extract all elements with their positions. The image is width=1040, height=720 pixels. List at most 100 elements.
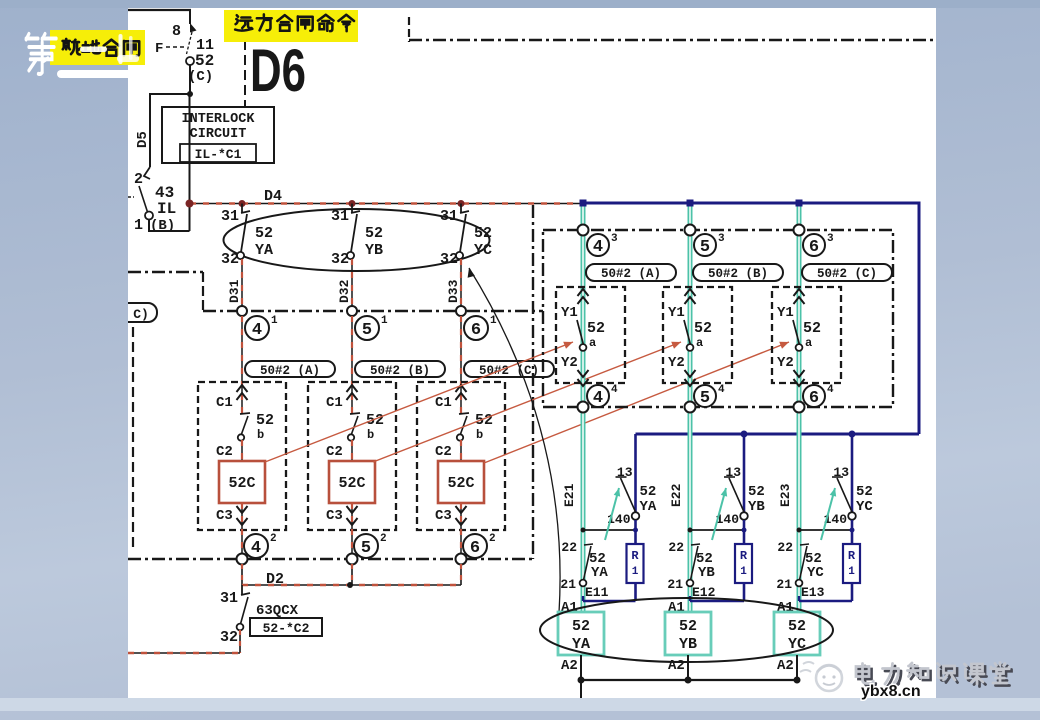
svg-text:21: 21	[667, 577, 683, 592]
svg-text:b: b	[476, 428, 483, 442]
svg-text:6: 6	[809, 389, 819, 408]
svg-text:C3: C3	[216, 508, 233, 524]
svg-text:E13: E13	[801, 585, 825, 600]
svg-text:3: 3	[718, 233, 725, 245]
svg-text:2: 2	[270, 533, 277, 545]
svg-text:52: 52	[587, 320, 605, 337]
svg-text:D2: D2	[266, 571, 284, 588]
svg-text:b: b	[367, 428, 374, 442]
svg-text:1: 1	[848, 566, 855, 578]
svg-text:A2: A2	[561, 658, 578, 674]
svg-text:4: 4	[593, 238, 603, 257]
svg-text:5: 5	[700, 389, 710, 408]
svg-text:b: b	[257, 428, 264, 442]
svg-text:a: a	[805, 336, 812, 350]
svg-text:6: 6	[809, 238, 819, 257]
svg-text:52C: 52C	[447, 475, 474, 492]
svg-text:Y1: Y1	[561, 305, 578, 321]
svg-text:YC: YC	[807, 565, 824, 581]
svg-text:3: 3	[827, 233, 834, 245]
svg-text:YB: YB	[679, 636, 697, 653]
svg-text:C1: C1	[435, 395, 452, 411]
svg-text:A2: A2	[668, 658, 685, 674]
svg-text:YB: YB	[365, 242, 383, 259]
svg-text:32: 32	[221, 251, 239, 268]
svg-text:52C: 52C	[228, 475, 255, 492]
svg-text:YB: YB	[748, 499, 765, 515]
svg-text:YA: YA	[591, 565, 608, 581]
svg-text:52: 52	[679, 618, 697, 635]
svg-text:32: 32	[440, 251, 458, 268]
svg-text:52-*C2: 52-*C2	[263, 621, 310, 636]
svg-text:1: 1	[632, 566, 639, 578]
svg-text:C3: C3	[326, 508, 343, 524]
svg-text:2: 2	[489, 533, 496, 545]
svg-text:R: R	[848, 549, 856, 563]
svg-text:50#2 (A): 50#2 (A)	[601, 267, 661, 281]
svg-text:21: 21	[560, 577, 576, 592]
svg-text:E21: E21	[562, 483, 577, 507]
svg-text:C1: C1	[216, 395, 233, 411]
svg-text:32: 32	[331, 251, 349, 268]
svg-text:D33: D33	[446, 279, 461, 303]
svg-text:8: 8	[172, 23, 181, 40]
svg-text:4: 4	[252, 321, 262, 340]
svg-text:5: 5	[700, 238, 710, 257]
svg-text:CIRCUIT: CIRCUIT	[190, 127, 247, 142]
svg-text:Y2: Y2	[777, 355, 794, 371]
svg-text:A1: A1	[668, 600, 685, 616]
svg-text:31: 31	[440, 208, 458, 225]
svg-text:52: 52	[365, 225, 383, 242]
svg-text:YC: YC	[856, 499, 873, 515]
svg-text:1: 1	[271, 315, 278, 327]
svg-text:C2: C2	[435, 444, 452, 460]
svg-text:D31: D31	[227, 279, 242, 303]
svg-text:50#2 (C): 50#2 (C)	[479, 364, 539, 378]
svg-text:IL: IL	[157, 200, 176, 218]
svg-text:52: 52	[803, 320, 821, 337]
svg-text:52: 52	[572, 618, 590, 635]
svg-text:21: 21	[776, 577, 792, 592]
svg-text:4: 4	[251, 539, 261, 558]
svg-text:E22: E22	[669, 483, 684, 507]
svg-text:31: 31	[331, 208, 349, 225]
svg-text:22: 22	[561, 540, 577, 555]
svg-text:INTERLOCK: INTERLOCK	[182, 112, 256, 127]
svg-text:YA: YA	[640, 499, 657, 515]
svg-text:63QCX: 63QCX	[256, 603, 299, 619]
svg-text:52: 52	[694, 320, 712, 337]
svg-text:52: 52	[255, 225, 273, 242]
svg-text:52: 52	[748, 484, 765, 500]
svg-text:52C: 52C	[338, 475, 365, 492]
svg-text:52: 52	[366, 412, 384, 429]
svg-text:52: 52	[788, 618, 806, 635]
svg-text:4: 4	[611, 384, 618, 396]
svg-text:Y1: Y1	[668, 305, 685, 321]
svg-text:A2: A2	[777, 658, 794, 674]
svg-text:C2: C2	[326, 444, 343, 460]
svg-text:D5: D5	[135, 131, 151, 148]
svg-text:6: 6	[470, 539, 480, 558]
svg-text:50#2 (A): 50#2 (A)	[260, 364, 320, 378]
svg-text:4: 4	[827, 384, 834, 396]
svg-text:IL-*C1: IL-*C1	[195, 147, 242, 162]
svg-text:D6: D6	[250, 37, 306, 104]
svg-text:D4: D4	[264, 188, 282, 205]
svg-text:C): C)	[133, 307, 149, 322]
svg-text:31: 31	[221, 208, 239, 225]
svg-text:R: R	[740, 549, 748, 563]
svg-text:3: 3	[611, 233, 618, 245]
svg-text:Y2: Y2	[561, 355, 578, 371]
svg-text:ybx8.cn: ybx8.cn	[861, 683, 921, 700]
svg-text:1: 1	[381, 315, 388, 327]
svg-text:52: 52	[640, 484, 657, 500]
svg-text:52: 52	[195, 52, 214, 70]
svg-text:50#2 (C): 50#2 (C)	[817, 267, 877, 281]
svg-text:5: 5	[361, 539, 371, 558]
svg-text:22: 22	[777, 540, 793, 555]
svg-text:F: F	[155, 41, 163, 57]
svg-text:52: 52	[856, 484, 873, 500]
svg-text:2: 2	[380, 533, 387, 545]
svg-text:Y2: Y2	[668, 355, 685, 371]
svg-text:C3: C3	[435, 508, 452, 524]
